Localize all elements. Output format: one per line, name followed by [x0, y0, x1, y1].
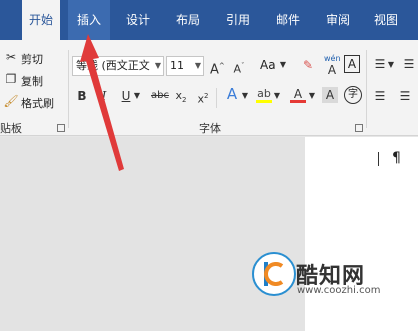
- coozhi-logo-icon: [252, 252, 296, 296]
- watermark-url: www.coozhi.com: [297, 285, 381, 296]
